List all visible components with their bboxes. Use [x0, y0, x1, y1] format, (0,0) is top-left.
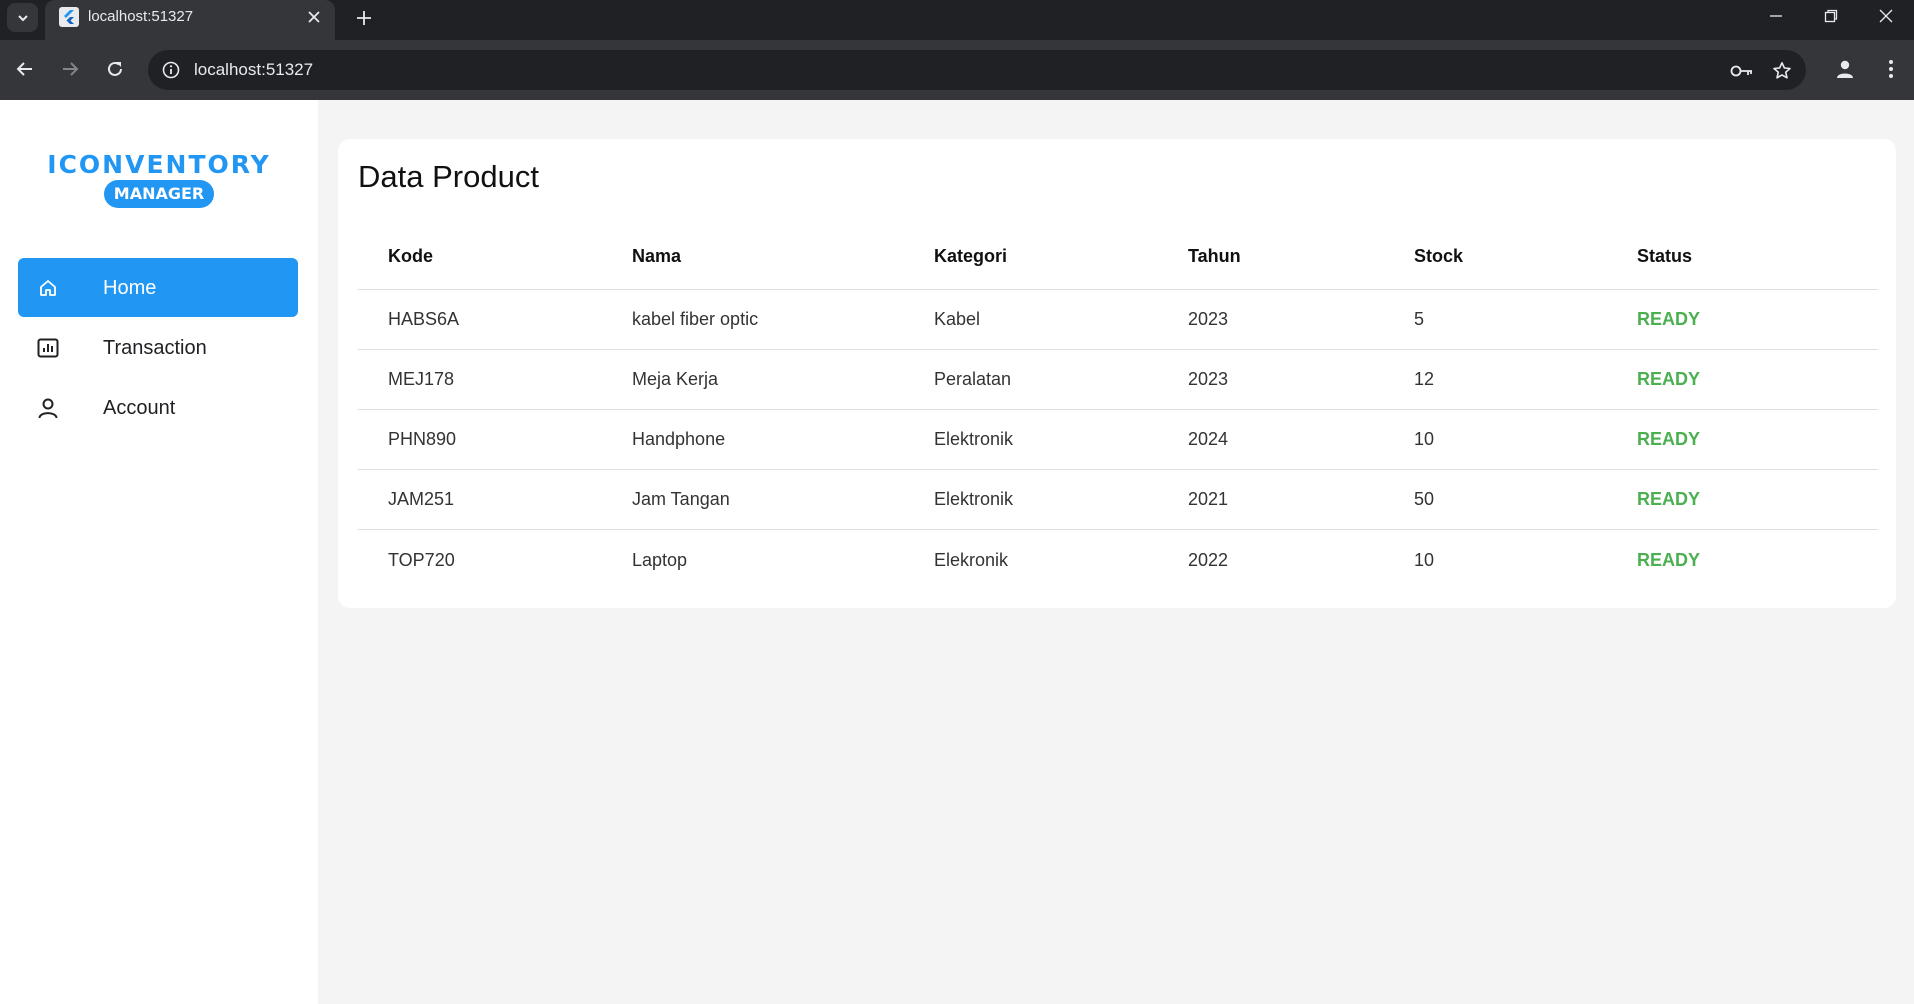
arrow-left-icon [16, 62, 32, 76]
chevron-down-icon [17, 14, 28, 21]
cell-nama: Jam Tangan [632, 489, 730, 509]
close-icon [308, 11, 320, 23]
page-title: Data Product [358, 159, 539, 194]
sidebar-item-home[interactable]: Home [18, 258, 298, 317]
cell-tahun: 2024 [1188, 429, 1229, 449]
column-header-kode: Kode [388, 246, 433, 266]
sidebar-item-label: Account [103, 396, 176, 419]
cell-kategori: Peralatan [934, 369, 1012, 389]
reload-icon [108, 61, 122, 76]
sidebar-item-label: Transaction [103, 336, 207, 359]
sidebar: ICONVENTORY MANAGER Home Transaction Acc… [0, 100, 318, 1004]
minimize-button[interactable] [1748, 0, 1804, 32]
more-vert-icon [1889, 60, 1893, 78]
cell-stock: 10 [1414, 429, 1435, 449]
new-tab-button[interactable] [350, 4, 378, 32]
tab-title: localhost:51327 [88, 8, 194, 25]
cell-tahun: 2022 [1188, 549, 1229, 570]
cell-kategori: Elektronik [934, 429, 1014, 449]
cell-stock: 10 [1414, 549, 1435, 570]
status-badge: READY [1637, 429, 1701, 449]
cell-tahun: 2023 [1188, 369, 1229, 389]
column-header-tahun: Tahun [1188, 246, 1241, 266]
column-header-status: Status [1637, 246, 1693, 266]
close-window-button[interactable] [1858, 0, 1914, 32]
sidebar-item-label: Home [103, 276, 157, 299]
status-badge: READY [1637, 309, 1701, 329]
column-header-nama: Nama [632, 246, 682, 266]
column-header-kategori: Kategori [934, 246, 1008, 266]
profile-icon [1837, 60, 1853, 78]
app-logo: ICONVENTORY MANAGER [0, 150, 318, 208]
restore-button[interactable] [1803, 0, 1859, 32]
status-badge: READY [1637, 549, 1701, 570]
plus-icon [357, 11, 371, 25]
column-header-stock: Stock [1414, 246, 1464, 266]
logo-title: ICONVENTORY [47, 150, 271, 179]
cell-kode: HABS6A [388, 309, 460, 329]
forward-button[interactable] [53, 52, 87, 86]
browser-tab[interactable]: localhost:51327 [45, 0, 335, 40]
reload-button[interactable] [98, 52, 132, 86]
cell-kode: JAM251 [388, 489, 455, 509]
browser-toolbar: localhost:51327 [0, 40, 1914, 100]
flutter-favicon-icon [59, 7, 79, 27]
browser-menu-button[interactable] [1874, 52, 1908, 86]
password-key-icon[interactable] [1730, 59, 1754, 83]
home-icon [36, 276, 60, 300]
sidebar-item-account[interactable]: Account [18, 378, 298, 437]
cell-nama: Laptop [632, 549, 688, 570]
tab-close-button[interactable] [303, 6, 325, 28]
product-table: Kode Nama Kategori Tahun Stock Status HA… [358, 224, 1878, 590]
cell-tahun: 2021 [1188, 489, 1229, 509]
bar-chart-icon [36, 336, 60, 360]
browser-tab-bar: localhost:51327 [0, 0, 1914, 40]
person-icon [36, 396, 60, 420]
bookmark-star-icon[interactable] [1770, 59, 1794, 83]
cell-nama: kabel fiber optic [632, 309, 759, 329]
sidebar-item-transaction[interactable]: Transaction [18, 318, 298, 377]
cell-stock: 5 [1414, 309, 1425, 329]
status-badge: READY [1637, 369, 1701, 389]
tab-search-button[interactable] [7, 3, 38, 32]
profile-button[interactable] [1828, 52, 1862, 86]
minimize-icon [1770, 15, 1782, 17]
table-row: PHN890 Handphone Elektronik 2024 10 READ… [358, 410, 1878, 470]
cell-kategori: Elektronik [934, 489, 1014, 509]
status-badge: READY [1637, 489, 1701, 509]
restore-icon [1824, 9, 1838, 23]
close-icon [1879, 9, 1893, 23]
address-bar[interactable]: localhost:51327 [148, 50, 1806, 90]
url-text: localhost:51327 [194, 60, 314, 79]
cell-kategori: Kabel [934, 309, 981, 329]
cell-nama: Meja Kerja [632, 369, 719, 389]
cell-stock: 50 [1414, 489, 1435, 509]
cell-nama: Handphone [632, 429, 726, 449]
cell-kategori: Elekronik [934, 549, 1009, 570]
arrow-right-icon [63, 62, 79, 76]
site-info-icon[interactable] [160, 59, 182, 81]
table-row: HABS6A kabel fiber optic Kabel 2023 5 RE… [358, 290, 1878, 350]
cell-stock: 12 [1414, 369, 1435, 389]
table-row: MEJ178 Meja Kerja Peralatan 2023 12 READ… [358, 350, 1878, 410]
table-row: TOP720 Laptop Elekronik 2022 10 READY [358, 530, 1878, 590]
cell-kode: MEJ178 [388, 369, 455, 389]
table-header-row: Kode Nama Kategori Tahun Stock Status [358, 224, 1878, 290]
cell-kode: PHN890 [388, 429, 457, 449]
cell-kode: TOP720 [388, 549, 455, 570]
sidebar-nav: Home Transaction Account [18, 258, 298, 438]
cell-tahun: 2023 [1188, 309, 1229, 329]
data-product-card: Data Product Kode Nama Kategori Tahun St… [338, 139, 1896, 608]
logo-badge: MANAGER [103, 180, 215, 208]
back-button[interactable] [8, 52, 42, 86]
table-row: JAM251 Jam Tangan Elektronik 2021 50 REA… [358, 470, 1878, 530]
